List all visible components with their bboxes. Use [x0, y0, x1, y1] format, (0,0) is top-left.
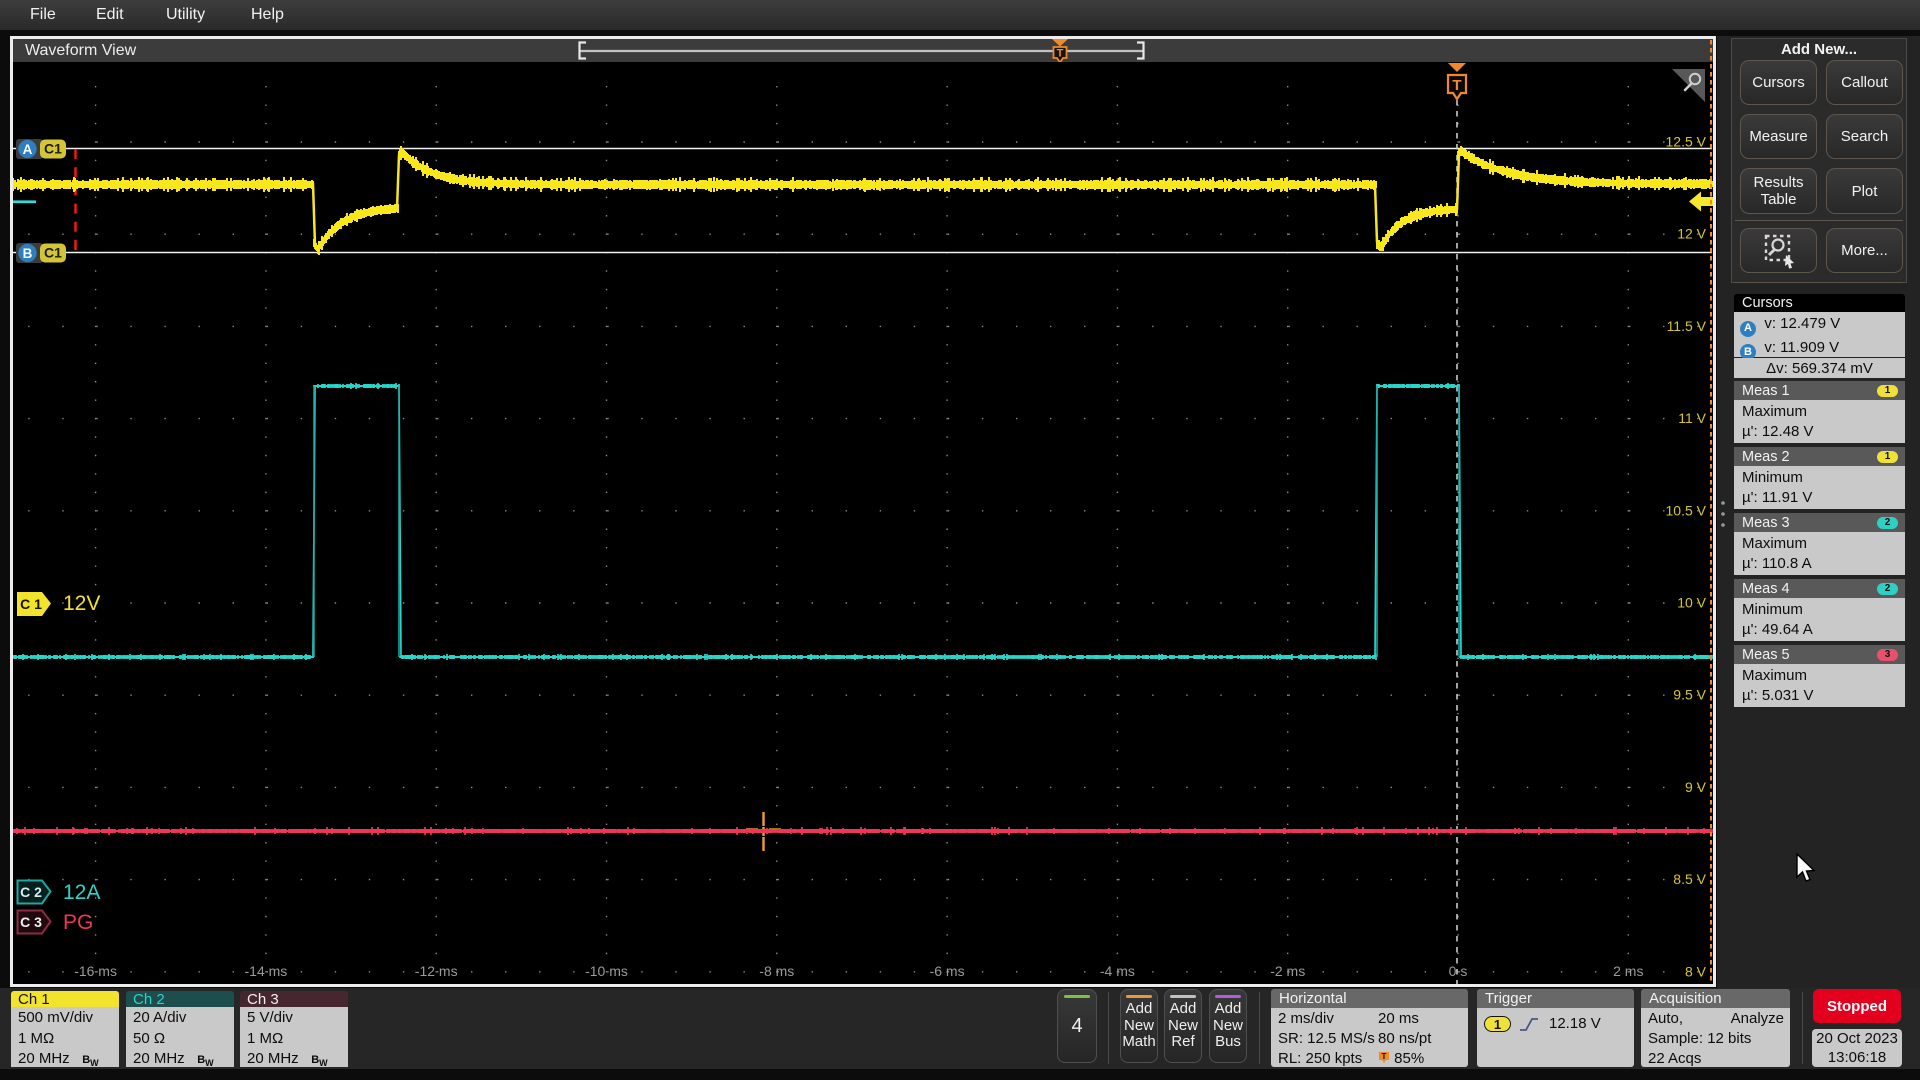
- svg-text:12 V: 12 V: [1677, 226, 1706, 242]
- svg-text:-6 ms: -6 ms: [930, 963, 965, 979]
- svg-text:-10 ms: -10 ms: [585, 963, 628, 979]
- svg-text:12A: 12A: [63, 881, 100, 904]
- svg-text:C1: C1: [44, 141, 62, 157]
- svg-text:-14 ms: -14 ms: [245, 963, 288, 979]
- svg-text:9.5 V: 9.5 V: [1673, 687, 1706, 703]
- svg-text:11.5 V: 11.5 V: [1667, 318, 1707, 334]
- svg-text:10.5 V: 10.5 V: [1666, 502, 1707, 518]
- svg-text:12.5 V: 12.5 V: [1666, 134, 1707, 150]
- svg-text:-12 ms: -12 ms: [415, 963, 458, 979]
- svg-text:A: A: [23, 142, 33, 157]
- svg-text:C1: C1: [44, 245, 62, 261]
- svg-text:B: B: [23, 246, 33, 261]
- svg-text:C 1: C 1: [20, 596, 42, 612]
- svg-text:T: T: [1382, 1052, 1387, 1061]
- svg-text:10 V: 10 V: [1677, 595, 1706, 611]
- svg-text:12V: 12V: [63, 592, 100, 615]
- svg-text:PG: PG: [63, 911, 93, 934]
- svg-text:C 2: C 2: [20, 884, 42, 900]
- svg-text:-2 ms: -2 ms: [1270, 963, 1305, 979]
- svg-text:-16 ms: -16 ms: [74, 963, 117, 979]
- svg-text:8.5 V: 8.5 V: [1673, 871, 1706, 887]
- svg-text:0 s: 0 s: [1449, 963, 1468, 979]
- svg-text:C 3: C 3: [20, 914, 42, 930]
- svg-text:9 V: 9 V: [1685, 779, 1707, 795]
- svg-text:-8 ms: -8 ms: [759, 963, 794, 979]
- svg-text:8 V: 8 V: [1685, 963, 1707, 979]
- svg-text:-4 ms: -4 ms: [1100, 963, 1135, 979]
- svg-text:11 V: 11 V: [1678, 410, 1706, 426]
- svg-text:T: T: [1452, 77, 1461, 94]
- svg-text:2 ms: 2 ms: [1613, 963, 1643, 979]
